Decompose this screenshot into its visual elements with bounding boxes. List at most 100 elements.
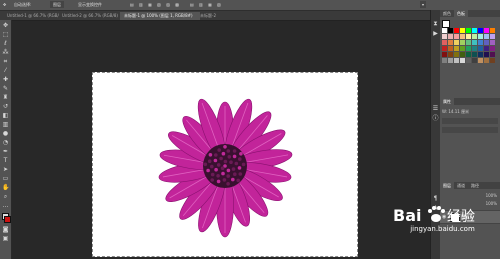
color-swatch[interactable]: [478, 34, 483, 39]
lasso-tool-icon[interactable]: ℓ: [2, 40, 9, 47]
color-swatch[interactable]: [484, 52, 489, 57]
color-swatch[interactable]: [448, 34, 453, 39]
screen-mode-icon[interactable]: ▣: [2, 235, 9, 242]
more-tools-icon[interactable]: …: [2, 202, 9, 209]
color-swatch[interactable]: [490, 40, 495, 45]
color-swatch[interactable]: [484, 34, 489, 39]
color-swatch[interactable]: [454, 58, 459, 63]
move-tool-icon[interactable]: ✥: [3, 1, 6, 8]
type-tool-icon[interactable]: T: [2, 157, 9, 164]
color-swatch[interactable]: [460, 28, 465, 33]
color-swatch[interactable]: [478, 28, 483, 33]
color-swatch[interactable]: [484, 58, 489, 63]
color-swatch[interactable]: [466, 28, 471, 33]
path-select-tool-icon[interactable]: ➤: [2, 166, 9, 173]
color-swatch[interactable]: [448, 46, 453, 51]
color-swatch[interactable]: [448, 28, 453, 33]
color-swatch[interactable]: [448, 40, 453, 45]
color-swatch[interactable]: [466, 34, 471, 39]
tab-swatches[interactable]: 色板: [454, 10, 468, 17]
color-swatch[interactable]: [448, 52, 453, 57]
color-swatch[interactable]: [466, 40, 471, 45]
color-swatch[interactable]: [442, 46, 447, 51]
color-swatch[interactable]: [478, 40, 483, 45]
healing-brush-tool-icon[interactable]: ✚: [2, 76, 9, 83]
color-swatch[interactable]: [460, 52, 465, 57]
color-swatch[interactable]: [442, 58, 447, 63]
history-brush-tool-icon[interactable]: ↺: [2, 103, 9, 110]
color-swatch[interactable]: [472, 58, 477, 63]
color-swatch[interactable]: [454, 46, 459, 51]
color-swatch[interactable]: [454, 34, 459, 39]
document-tab[interactable]: Untitled-2 @ 66.7% (RGB/8): [58, 12, 124, 20]
properties-panel-icon[interactable]: ☰: [432, 105, 439, 112]
color-swatch[interactable]: [490, 52, 495, 57]
zoom-tool-icon[interactable]: ⌕: [2, 193, 9, 200]
color-swatch[interactable]: [478, 52, 483, 57]
color-swatch[interactable]: [454, 40, 459, 45]
brush-tool-icon[interactable]: ✎: [2, 85, 9, 92]
dodge-tool-icon[interactable]: ◔: [2, 139, 9, 146]
distribute-icons[interactable]: ▤ ▥ ▦ ▧: [190, 1, 223, 8]
layer-select[interactable]: 图层: [50, 1, 64, 8]
align-icons[interactable]: ▤ ▥ ▦ ▧ ▨ ▩: [130, 1, 181, 8]
color-swatch[interactable]: [454, 28, 459, 33]
properties-fields[interactable]: [442, 118, 498, 124]
color-swatch[interactable]: [472, 34, 477, 39]
color-swatch[interactable]: [466, 52, 471, 57]
color-swatch[interactable]: [460, 40, 465, 45]
quick-select-tool-icon[interactable]: ⁂: [2, 49, 9, 56]
workspace-switcher[interactable]: ▾: [420, 1, 427, 8]
color-swatch[interactable]: [460, 46, 465, 51]
color-swatch[interactable]: [466, 58, 471, 63]
document-tab[interactable]: 未标题-2: [196, 12, 236, 20]
quick-mask-icon[interactable]: ◙: [2, 226, 9, 233]
color-swatch[interactable]: [448, 58, 453, 63]
color-swatch[interactable]: [478, 58, 483, 63]
color-swatch[interactable]: [472, 40, 477, 45]
color-swatch[interactable]: [490, 28, 495, 33]
color-swatch[interactable]: [472, 28, 477, 33]
shape-tool-icon[interactable]: ▭: [2, 175, 9, 182]
auto-select-label[interactable]: 自动选择:: [14, 1, 31, 8]
color-swatch[interactable]: [490, 34, 495, 39]
show-transform-checkbox[interactable]: 显示变换控件: [78, 1, 102, 8]
color-swatch[interactable]: [484, 46, 489, 51]
color-swatch[interactable]: [490, 46, 495, 51]
color-swatch[interactable]: [472, 52, 477, 57]
info-panel-icon[interactable]: ⓘ: [432, 115, 439, 122]
actions-panel-icon[interactable]: ▶: [432, 30, 439, 37]
color-swatch[interactable]: [442, 28, 447, 33]
eyedropper-tool-icon[interactable]: ⁄: [2, 67, 9, 74]
color-swatch[interactable]: [460, 58, 465, 63]
tab-properties[interactable]: 属性: [440, 98, 454, 105]
tab-channels[interactable]: 通道: [454, 182, 468, 189]
color-swatch[interactable]: [442, 52, 447, 57]
color-swatch[interactable]: [484, 40, 489, 45]
color-swatch[interactable]: [442, 34, 447, 39]
color-swatch[interactable]: [460, 34, 465, 39]
color-swatch[interactable]: [466, 46, 471, 51]
move-tool-icon[interactable]: ✥: [2, 22, 9, 29]
selected-color-chip[interactable]: [442, 20, 450, 28]
tab-paths[interactable]: 路径: [468, 182, 482, 189]
background-color-swatch[interactable]: [4, 216, 11, 223]
document-canvas[interactable]: [92, 72, 358, 257]
hand-tool-icon[interactable]: ✋: [2, 184, 9, 191]
eraser-tool-icon[interactable]: ◧: [2, 112, 9, 119]
stamp-tool-icon[interactable]: ♜: [2, 94, 9, 101]
color-swatch[interactable]: [472, 46, 477, 51]
color-swatch[interactable]: [454, 52, 459, 57]
tab-layers[interactable]: 图层: [440, 182, 454, 189]
blur-tool-icon[interactable]: ●: [2, 130, 9, 137]
document-tab[interactable]: Untitled-1 @ 66.7% (RGB/8): [3, 12, 59, 20]
color-swatch[interactable]: [490, 58, 495, 63]
properties-fields[interactable]: [442, 127, 498, 133]
tab-color[interactable]: 颜色: [440, 10, 454, 17]
document-tab-active[interactable]: 未标题-1 @ 100% (图层 1, RGB/8#): [120, 12, 200, 20]
marquee-tool-icon[interactable]: ⬚: [2, 31, 9, 38]
gradient-tool-icon[interactable]: ▥: [2, 121, 9, 128]
history-panel-icon[interactable]: ⧗: [432, 20, 439, 27]
crop-tool-icon[interactable]: ⌗: [2, 58, 9, 65]
color-swatch[interactable]: [484, 28, 489, 33]
